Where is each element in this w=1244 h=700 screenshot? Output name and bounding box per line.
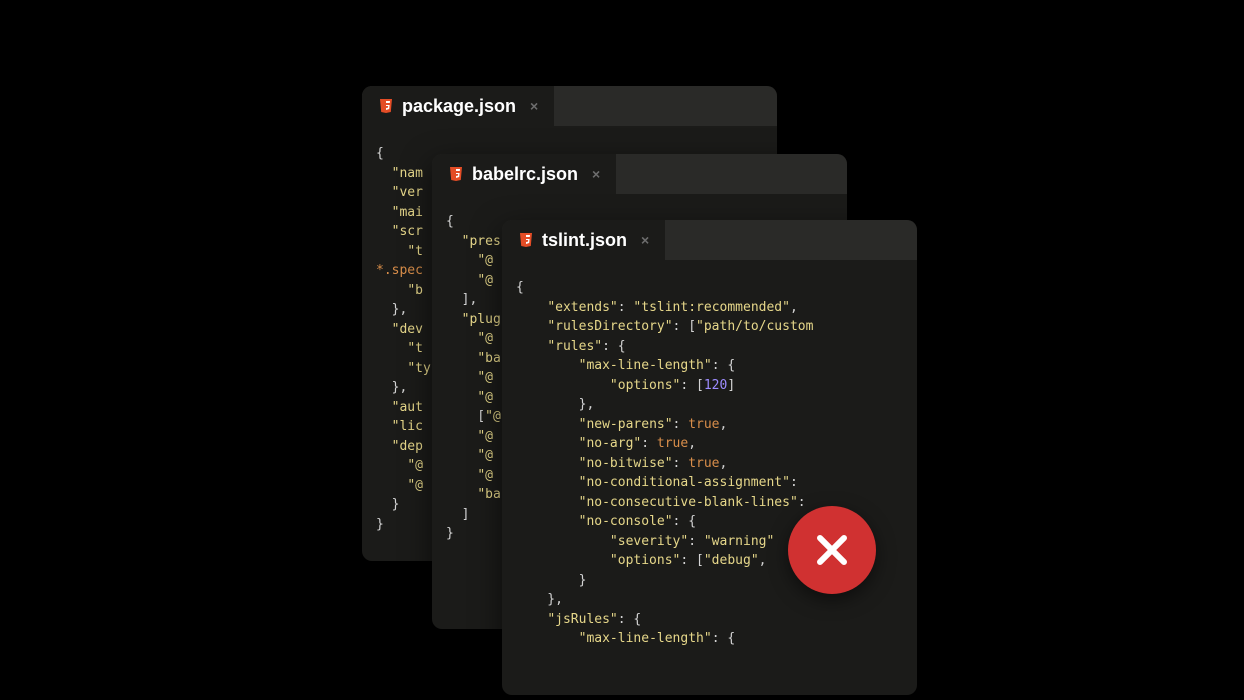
tab-label: babelrc.json [472, 164, 578, 185]
file-type-icon [378, 98, 394, 114]
tab-label: tslint.json [542, 230, 627, 251]
tab-bar: tslint.json × [502, 220, 917, 260]
close-icon[interactable]: × [641, 232, 649, 248]
close-x-icon [810, 528, 854, 572]
editor-window-tslint: tslint.json × { "extends": "tslint:recom… [502, 220, 917, 695]
file-type-icon [448, 166, 464, 182]
active-tab-tslint[interactable]: tslint.json × [502, 220, 665, 260]
close-icon[interactable]: × [530, 98, 538, 114]
tab-bar: babelrc.json × [432, 154, 847, 194]
error-badge [788, 506, 876, 594]
tab-label: package.json [402, 96, 516, 117]
tab-bar: package.json × [362, 86, 777, 126]
file-type-icon [518, 232, 534, 248]
active-tab-babelrc[interactable]: babelrc.json × [432, 154, 616, 194]
active-tab-package[interactable]: package.json × [362, 86, 554, 126]
code-area-tslint[interactable]: { "extends": "tslint:recommended", "rule… [502, 260, 917, 667]
close-icon[interactable]: × [592, 166, 600, 182]
